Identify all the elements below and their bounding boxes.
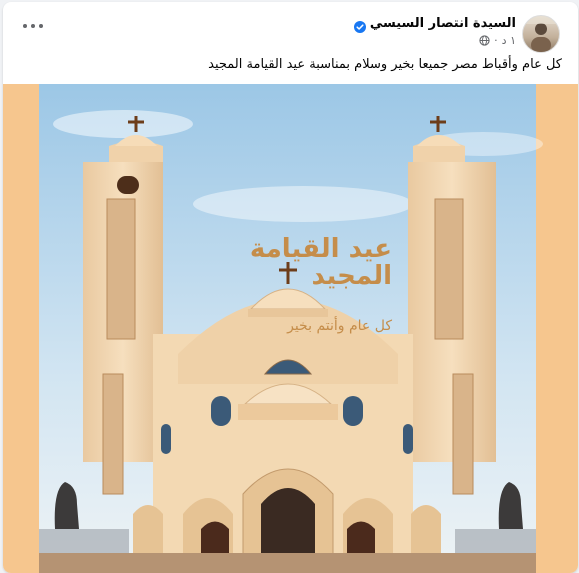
meta-separator: ·	[494, 34, 498, 47]
post-card: السيدة انتصار السيسي ١ د · كل عام وأقباط…	[3, 2, 578, 573]
post-meta: ١ د ·	[479, 34, 516, 47]
greeting-subtitle: كل عام وأنتم بخير	[287, 318, 392, 334]
verified-badge-icon	[353, 18, 366, 33]
avatar[interactable]	[522, 15, 560, 53]
post-caption: كل عام وأقباط مصر جميعا بخير وسلام بمناس…	[208, 57, 562, 72]
author-line: السيدة انتصار السيسي	[353, 16, 516, 33]
greeting-title-line2: المجيد	[311, 261, 392, 292]
greeting-title: عيد القيامة المجيد	[249, 234, 392, 292]
post-header: السيدة انتصار السيسي ١ د ·	[3, 2, 578, 54]
author-name[interactable]: السيدة انتصار السيسي	[370, 16, 516, 31]
post-timestamp[interactable]: ١ د	[502, 34, 516, 47]
globe-icon[interactable]	[479, 35, 490, 46]
greeting-title-line1: عيد القيامة	[249, 234, 392, 264]
more-options-icon[interactable]	[23, 18, 43, 34]
post-image[interactable]: عيد القيامة المجيد كل عام وأنتم بخير	[3, 84, 578, 573]
